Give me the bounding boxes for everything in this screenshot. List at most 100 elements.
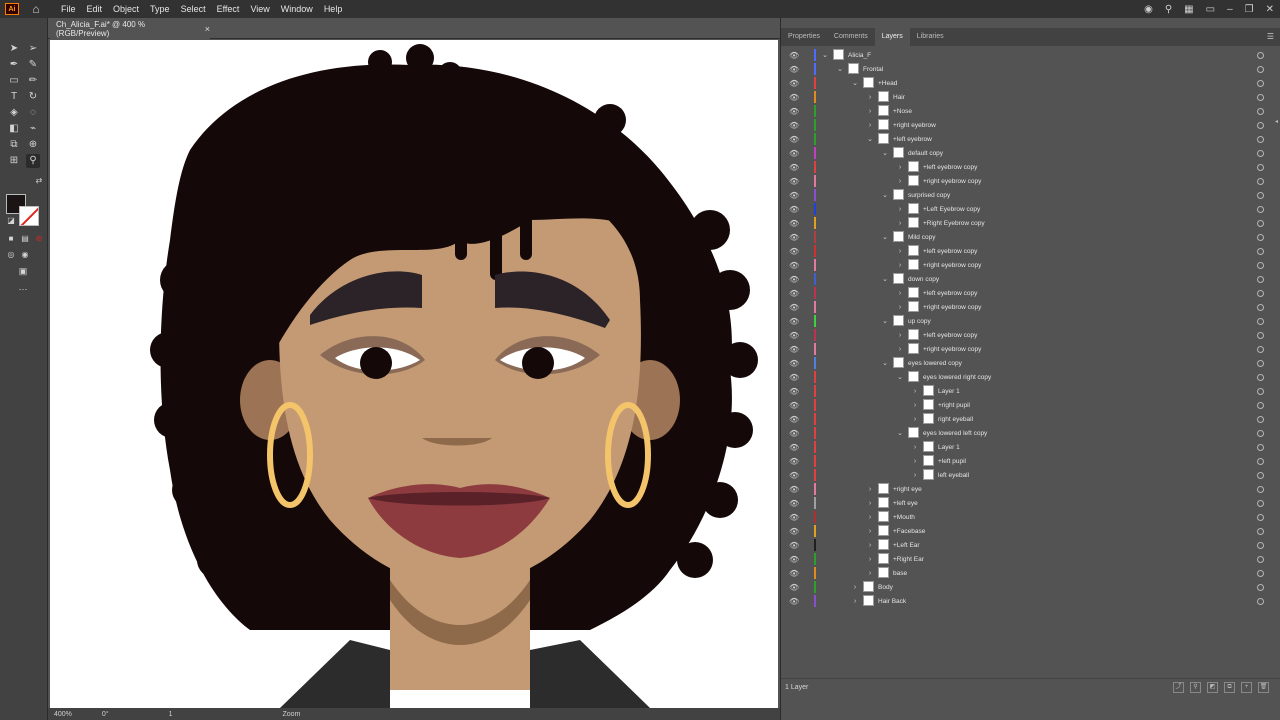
locate-object-icon[interactable]: ⚲	[1190, 682, 1201, 693]
layer-target-icon[interactable]	[1257, 65, 1264, 73]
layer-target-icon[interactable]	[1257, 79, 1264, 87]
layer-row[interactable]: 👁 › Hair Back	[781, 594, 1271, 608]
visibility-eye-icon[interactable]: 👁	[789, 569, 799, 578]
curvature-tool-icon[interactable]: ✎	[26, 58, 40, 72]
visibility-eye-icon[interactable]: 👁	[789, 457, 799, 466]
direct-selection-tool-icon[interactable]: ➢	[26, 42, 40, 56]
layer-target-icon[interactable]	[1257, 513, 1264, 521]
layer-target-icon[interactable]	[1257, 401, 1264, 409]
chevron-right-icon[interactable]: ›	[911, 444, 919, 451]
layer-row[interactable]: 👁 ⌄ Mild copy	[781, 230, 1271, 244]
chevron-down-icon[interactable]: ⌄	[881, 149, 889, 157]
visibility-eye-icon[interactable]: 👁	[789, 205, 799, 214]
close-tab-icon[interactable]: ×	[205, 24, 210, 34]
visibility-eye-icon[interactable]: 👁	[789, 163, 799, 172]
paintbrush-tool-icon[interactable]: ✏	[26, 74, 40, 88]
chevron-right-icon[interactable]: ›	[866, 486, 874, 493]
chevron-right-icon[interactable]: ›	[866, 500, 874, 507]
visibility-eye-icon[interactable]: 👁	[789, 415, 799, 424]
layer-row[interactable]: 👁 ⌄ eyes lowered right copy	[781, 370, 1271, 384]
layer-row[interactable]: 👁 › +Right Eyebrow copy	[781, 216, 1271, 230]
layer-row[interactable]: 👁 › right eyeball	[781, 412, 1271, 426]
tab-properties[interactable]: Properties	[781, 28, 827, 46]
visibility-eye-icon[interactable]: 👁	[789, 65, 799, 74]
pen-tool-icon[interactable]: ✒	[7, 58, 21, 72]
chevron-right-icon[interactable]: ›	[866, 514, 874, 521]
layer-row[interactable]: 👁 › +Mouth	[781, 510, 1271, 524]
rotate-tool-icon[interactable]: ↻	[26, 90, 40, 104]
search-icon[interactable]: ⚲	[1165, 4, 1172, 15]
new-layer-icon[interactable]: +	[1241, 682, 1252, 693]
chevron-right-icon[interactable]: ›	[896, 332, 904, 339]
chevron-right-icon[interactable]: ›	[896, 220, 904, 227]
layer-row[interactable]: 👁 › Body	[781, 580, 1271, 594]
layer-row[interactable]: 👁 › Hair	[781, 90, 1271, 104]
layer-target-icon[interactable]	[1257, 457, 1264, 465]
visibility-eye-icon[interactable]: 👁	[789, 359, 799, 368]
chevron-down-icon[interactable]: ⌄	[881, 191, 889, 199]
menu-select[interactable]: Select	[181, 4, 206, 14]
visibility-eye-icon[interactable]: 👁	[789, 471, 799, 480]
layer-target-icon[interactable]	[1257, 191, 1264, 199]
visibility-eye-icon[interactable]: 👁	[789, 513, 799, 522]
artboard-tool-icon[interactable]: ⊞	[7, 154, 21, 168]
layer-row[interactable]: 👁 ⌄ Alicia_F	[781, 48, 1271, 62]
visibility-eye-icon[interactable]: 👁	[789, 51, 799, 60]
visibility-eye-icon[interactable]: 👁	[789, 373, 799, 382]
visibility-eye-icon[interactable]: 👁	[789, 247, 799, 256]
close-icon[interactable]: ✕	[1266, 4, 1274, 15]
layer-row[interactable]: 👁 › +right pupil	[781, 398, 1271, 412]
visibility-eye-icon[interactable]: 👁	[789, 107, 799, 116]
home-icon[interactable]: ⌂	[29, 2, 43, 16]
layer-row[interactable]: 👁 › +right eye	[781, 482, 1271, 496]
menu-edit[interactable]: Edit	[87, 4, 103, 14]
layer-row[interactable]: 👁 ⌄ eyes lowered left copy	[781, 426, 1271, 440]
layer-target-icon[interactable]	[1257, 177, 1264, 185]
layer-target-icon[interactable]	[1257, 219, 1264, 227]
layer-target-icon[interactable]	[1257, 107, 1264, 115]
visibility-eye-icon[interactable]: 👁	[789, 527, 799, 536]
layer-target-icon[interactable]	[1257, 149, 1264, 157]
minimize-icon[interactable]: –	[1227, 4, 1233, 15]
visibility-eye-icon[interactable]: 👁	[789, 79, 799, 88]
visibility-eye-icon[interactable]: 👁	[789, 289, 799, 298]
chevron-right-icon[interactable]: ›	[911, 472, 919, 479]
menu-effect[interactable]: Effect	[217, 4, 240, 14]
chevron-right-icon[interactable]: ›	[866, 108, 874, 115]
menu-file[interactable]: File	[61, 4, 76, 14]
chevron-down-icon[interactable]: ⌄	[881, 317, 889, 325]
layer-row[interactable]: 👁 ⌄ Frontal	[781, 62, 1271, 76]
menu-help[interactable]: Help	[324, 4, 343, 14]
layer-row[interactable]: 👁 › +left eyebrow copy	[781, 286, 1271, 300]
visibility-eye-icon[interactable]: 👁	[789, 149, 799, 158]
layer-row[interactable]: 👁 › +Left Eyebrow copy	[781, 202, 1271, 216]
chevron-right-icon[interactable]: ›	[911, 402, 919, 409]
arrange-icon[interactable]: ▭	[1206, 4, 1215, 15]
shape-builder-tool-icon[interactable]: ⊕	[26, 138, 40, 152]
lasso-tool-icon[interactable]: ◌	[26, 106, 40, 120]
chevron-right-icon[interactable]: ›	[866, 556, 874, 563]
chevron-down-icon[interactable]: ⌄	[836, 65, 844, 73]
visibility-eye-icon[interactable]: 👁	[789, 121, 799, 130]
new-sublayer-icon[interactable]: ⧉	[1224, 682, 1235, 693]
panel-menu-icon[interactable]: ☰	[1267, 32, 1274, 41]
visibility-eye-icon[interactable]: 👁	[789, 443, 799, 452]
chevron-down-icon[interactable]: ⌄	[881, 233, 889, 241]
artboard-number[interactable]: 1	[169, 711, 173, 718]
restore-icon[interactable]: ❐	[1245, 4, 1254, 15]
layer-target-icon[interactable]	[1257, 373, 1264, 381]
chevron-down-icon[interactable]: ⌄	[851, 79, 859, 87]
layer-target-icon[interactable]	[1257, 317, 1264, 325]
chevron-right-icon[interactable]: ›	[866, 570, 874, 577]
chevron-down-icon[interactable]: ⌄	[821, 51, 829, 59]
chevron-right-icon[interactable]: ›	[866, 122, 874, 129]
visibility-eye-icon[interactable]: 👁	[789, 597, 799, 606]
layer-target-icon[interactable]	[1257, 555, 1264, 563]
draw-inside-icon[interactable]: ◉	[18, 248, 32, 262]
layer-target-icon[interactable]	[1257, 275, 1264, 283]
visibility-eye-icon[interactable]: 👁	[789, 485, 799, 494]
menu-view[interactable]: View	[250, 4, 269, 14]
chevron-right-icon[interactable]: ›	[866, 94, 874, 101]
type-tool-icon[interactable]: T	[7, 90, 21, 104]
menu-object[interactable]: Object	[113, 4, 139, 14]
